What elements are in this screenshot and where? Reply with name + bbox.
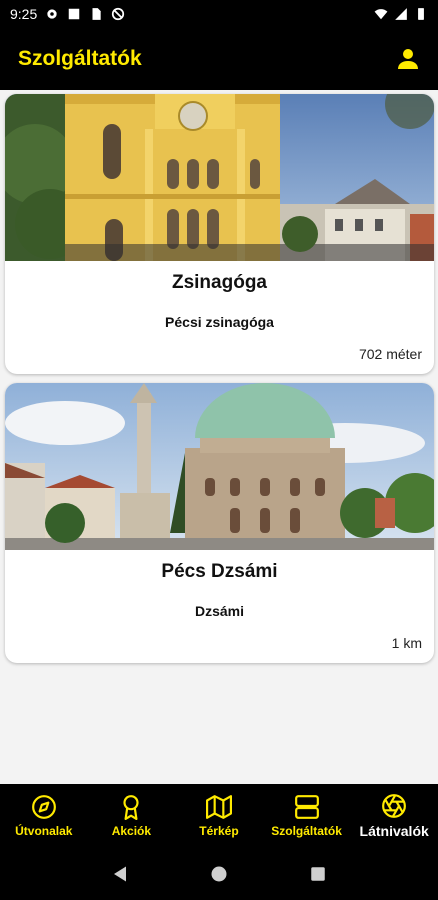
nav-label: Szolgáltatók — [271, 824, 342, 838]
nav-item-utvonalak[interactable]: Útvonalak — [0, 784, 88, 848]
card-distance: 702 méter — [358, 346, 422, 362]
nav-label: Térkép — [199, 824, 239, 838]
map-icon — [205, 795, 232, 819]
award-icon — [123, 795, 139, 820]
recents-icon[interactable] — [309, 865, 327, 883]
back-icon[interactable] — [111, 865, 129, 883]
wifi-icon — [374, 9, 388, 20]
system-nav-bar — [0, 848, 438, 900]
battery-icon — [418, 8, 424, 20]
status-bar: 9:25 — [0, 0, 438, 28]
card-title: Pécs Dzsámi — [161, 561, 278, 582]
card-title: Zsinagóga — [171, 272, 267, 293]
page-title: Szolgáltatók — [18, 47, 142, 70]
services-icon — [294, 795, 319, 819]
square-icon — [69, 8, 80, 20]
place-card[interactable]: Zsinagóga Pécsi zsinagóga 702 méter — [5, 94, 434, 374]
nav-item-latnivalok[interactable]: Látnivalók — [350, 784, 438, 848]
compass-icon — [31, 795, 56, 819]
status-time: 9:25 — [10, 6, 38, 22]
home-icon[interactable] — [210, 865, 228, 883]
card-subtitle: Pécsi zsinagóga — [165, 314, 274, 330]
card-subtitle: Dzsámi — [194, 603, 245, 619]
mosque-image — [5, 383, 434, 550]
nav-item-szolgaltatok[interactable]: Szolgáltatók — [263, 784, 351, 848]
aperture-icon — [382, 794, 407, 818]
sim-icon — [92, 8, 101, 20]
synagogue-image — [5, 94, 434, 261]
content-list[interactable]: Zsinagóga Pécsi zsinagóga 702 méter Pécs… — [0, 90, 438, 784]
nav-item-akciok[interactable]: Akciók — [88, 784, 176, 848]
bottom-nav: Útvonalak Akciók Térkép Szolgáltatók Lát… — [0, 784, 438, 848]
nav-label: Akciók — [111, 824, 152, 838]
signal-icon — [395, 8, 407, 20]
card-distance: 1 km — [391, 635, 422, 651]
place-card[interactable]: Pécs Dzsámi Dzsámi 1 km — [5, 383, 434, 663]
nav-label: Látnivalók — [359, 823, 429, 839]
nav-item-terkep[interactable]: Térkép — [175, 784, 263, 848]
settings-icon — [47, 9, 57, 19]
app-bar: Szolgáltatók — [0, 28, 438, 90]
user-icon[interactable] — [396, 47, 420, 71]
blocked-icon — [112, 7, 125, 21]
nav-label: Útvonalak — [15, 824, 73, 838]
